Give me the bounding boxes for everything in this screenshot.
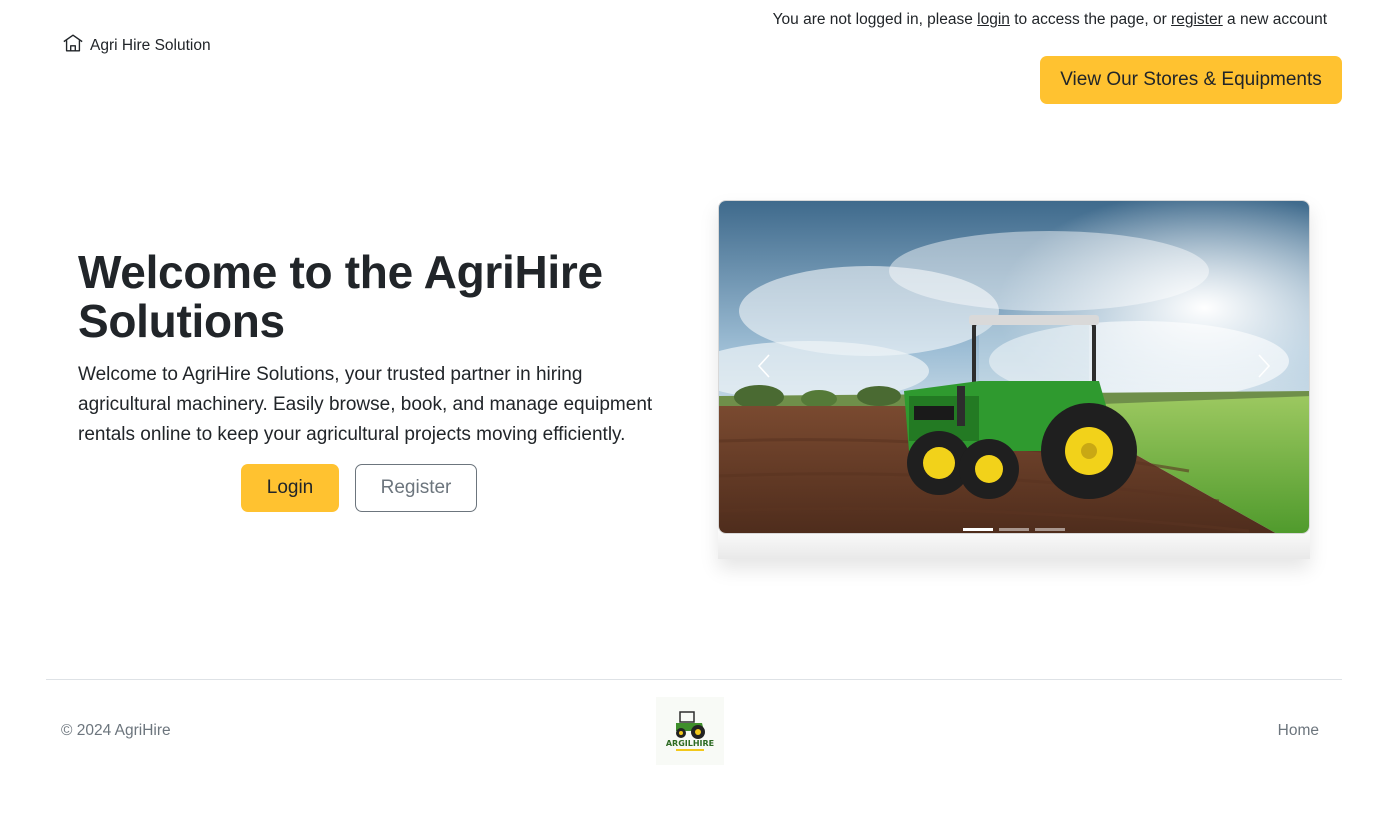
carousel-next-button[interactable] (1249, 353, 1279, 383)
notice-register-link[interactable]: register (1171, 11, 1223, 28)
notice-login-link[interactable]: login (977, 11, 1010, 28)
image-carousel[interactable] (718, 200, 1310, 534)
footer-divider (46, 679, 1342, 680)
page-title: Welcome to the AgriHire Solutions (78, 246, 603, 347)
register-button[interactable]: Register (355, 464, 477, 512)
carousel-indicator-1[interactable] (963, 528, 993, 531)
footer-home-link[interactable]: Home (1278, 722, 1319, 740)
carousel-indicator-2[interactable] (999, 528, 1029, 531)
agrihire-logo[interactable]: ARGILHIRE (656, 697, 724, 765)
logo-text: ARGILHIRE (666, 739, 714, 748)
carousel-prev-button[interactable] (749, 353, 779, 383)
hero-description: Welcome to AgriHire Solutions, your trus… (78, 364, 653, 445)
login-notice: You are not logged in, please login to a… (773, 11, 1327, 29)
chevron-left-icon (757, 353, 771, 384)
notice-suffix: a new account (1222, 11, 1327, 28)
notice-middle: to access the page, or (1009, 11, 1172, 28)
home-icon (62, 32, 84, 59)
login-button[interactable]: Login (241, 464, 339, 512)
brand-link[interactable]: Agri Hire Solution (62, 32, 211, 59)
carousel-indicator-3[interactable] (1035, 528, 1065, 531)
tractor-field-image (719, 201, 1309, 533)
notice-prefix: You are not logged in, please (772, 11, 978, 28)
footer-copyright: © 2024 AgriHire (61, 722, 171, 739)
brand-name: Agri Hire Solution (90, 36, 211, 54)
chevron-right-icon (1257, 353, 1271, 384)
carousel-indicators (719, 528, 1309, 531)
view-stores-button[interactable]: View Our Stores & Equipments (1040, 56, 1342, 104)
